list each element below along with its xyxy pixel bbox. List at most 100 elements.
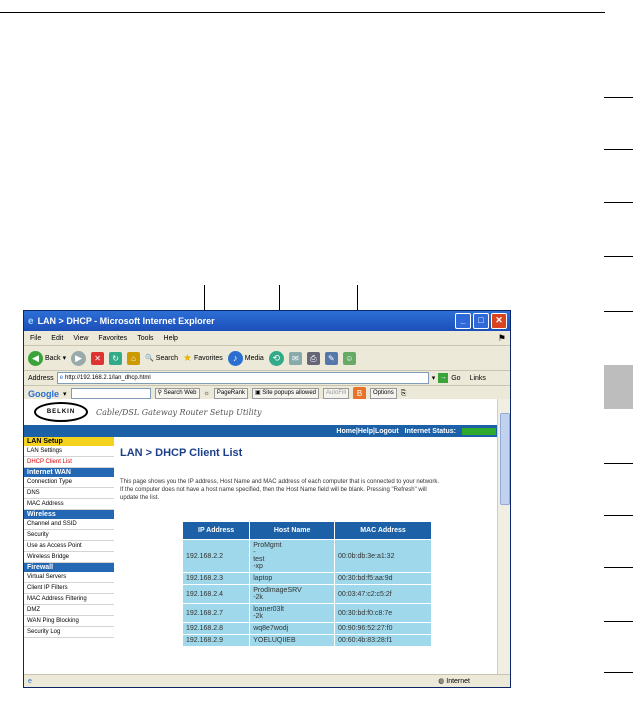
cell-host-name: loaner03lt -2k [249,603,336,623]
sidebar-item[interactable]: Security [24,530,114,541]
print-button[interactable]: ⎙ [306,351,320,365]
home-button[interactable]: ⌂ [127,351,141,365]
cell-ip-address: 192.168.2.4 [181,584,251,604]
history-button[interactable]: ⟲ [268,350,284,366]
sidebar-item[interactable]: Client IP Filters [24,583,114,594]
page-info-icon[interactable]: ☼ [204,390,210,397]
menu-file[interactable]: File [30,335,41,342]
star-icon: ★ [182,352,192,364]
popup-blocker-button[interactable]: ▣ Site popups allowed [251,388,320,399]
menu-help[interactable]: Help [164,335,178,342]
table-row: 192.168.2.7 loaner03lt -2k 00:30:bd:f0:c8:… [181,603,432,623]
sidebar-item[interactable]: Virtual Servers [24,572,114,583]
table-row: 192.168.2.2 ProMgmt - test -xp 00:0b:db:3e… [181,539,432,573]
edit-button[interactable]: ✎ [324,351,338,365]
refresh-button[interactable]: ↻ [109,351,123,365]
search-button[interactable]: 🔍 Search [145,354,178,363]
column-header-host: Host Name [249,521,336,540]
window-title: LAN > DHCP - Microsoft Internet Explorer [37,316,215,326]
links-button[interactable]: Links [470,375,486,382]
menu-view[interactable]: View [73,335,88,342]
section-tab-active [604,365,633,409]
security-zone: ◍ Internet [438,678,470,685]
cell-ip-address: 192.168.2.9 [181,634,251,647]
belkin-logo: BELKIN [34,402,88,422]
section-marker [604,621,633,622]
sidebar-item[interactable]: Wireless Bridge [24,552,114,563]
cell-mac-address: 00:90:96:52:27:f0 [334,622,432,635]
popup-icon: ▣ [254,390,261,396]
close-button[interactable]: ✕ [491,313,507,329]
media-icon: ♪ [227,350,243,366]
dhcp-client-table: IP Address Host Name MAC Address 192.168… [181,521,432,647]
back-label: Back [45,354,61,362]
paperclip-icon[interactable]: ⎘ [401,390,407,398]
cell-host-name: YOELUQIIEB [249,634,336,647]
menu-tools[interactable]: Tools [137,335,153,342]
menu-favorites[interactable]: Favorites [98,335,127,342]
cell-host-name: ProMgmt - test -xp [249,539,336,573]
sidebar-item[interactable]: Security Log [24,627,114,638]
autofill-button[interactable]: AutoFill [323,388,350,399]
sidebar-section-header: Wireless [24,510,114,519]
address-dropdown-icon[interactable]: ▾ [432,374,436,382]
status-bar: e ◍ Internet [24,674,510,687]
chevron-down-icon[interactable]: ▾ [63,390,67,398]
google-logo[interactable]: Google [28,389,59,399]
stop-button[interactable]: ✕ [91,351,105,365]
address-input[interactable]: e http://192.168.2.1/lan_dhcp.html [56,372,429,384]
globe-icon: ◍ [438,678,445,685]
section-marker [604,672,633,673]
title-bar: e LAN > DHCP - Microsoft Internet Explor… [24,311,510,331]
search-label: Search [155,354,178,362]
windows-flag-icon: ⚑ [497,332,506,343]
top-rule [0,12,605,13]
page-icon: e [59,375,64,381]
go-button[interactable]: Go [451,375,460,382]
cell-mac-address: 00:30:bd:f5:aa:9d [334,572,432,585]
sidebar-item[interactable]: WAN Ping Blocking [24,616,114,627]
vertical-scrollbar[interactable] [497,399,510,676]
messenger-button[interactable]: ☺ [342,351,356,365]
sidebar-item[interactable]: DNS [24,488,114,499]
page-title: LAN > DHCP Client List [120,447,243,459]
router-banner: BELKIN Cable/DSL Gateway Router Setup Ut… [24,399,500,437]
forward-button[interactable]: ▶ [71,350,87,366]
sidebar-section-header: Internet WAN [24,468,114,477]
sidebar-item[interactable]: DMZ [24,605,114,616]
chevron-down-icon: ▾ [62,355,67,362]
options-button[interactable]: Options [370,388,397,399]
google-search-input[interactable] [70,388,151,399]
sidebar-item[interactable]: Use as Access Point [24,541,114,552]
router-nav-links[interactable]: Home|Help|Logout [336,428,398,435]
section-marker [604,567,633,568]
sidebar-item[interactable]: LAN Settings [24,446,114,457]
sidebar-item[interactable]: MAC Address [24,499,114,510]
scrollbar-thumb[interactable] [500,413,510,505]
search-web-button[interactable]: ⚲ Search Web [154,388,200,399]
page-content: BELKIN Cable/DSL Gateway Router Setup Ut… [24,399,500,676]
sidebar-item[interactable]: MAC Address Filtering [24,594,114,605]
cell-ip-address: 192.168.2.7 [181,603,251,623]
favorites-button[interactable]: ★ Favorites [183,353,223,364]
menu-edit[interactable]: Edit [51,335,63,342]
sidebar-item[interactable]: Channel and SSID [24,519,114,530]
minimize-button[interactable]: _ [455,313,471,329]
section-marker [604,97,633,98]
pagerank-indicator[interactable]: PageRank [213,388,248,399]
sidebar-section-header: Firewall [24,563,114,572]
table-row: 192.168.2.9 YOELUQIIEB 00:60:4b:83:28:f1 [181,634,432,647]
standard-toolbar: ◀ Back ▾ ▶ ✕ ↻ ⌂ 🔍 Search ★ Favorites ♪ … [24,346,510,371]
ie-icon: e [28,315,34,327]
sidebar-item[interactable]: Connection Type [24,477,114,488]
sidebar-item[interactable]: DHCP Client List [24,457,114,468]
back-button[interactable]: ◀ Back ▾ [28,350,67,366]
media-button[interactable]: ♪ Media [227,350,264,366]
main-panel: LAN > DHCP Client List This page shows y… [120,447,490,502]
mail-button[interactable]: ✉ [288,351,302,365]
router-sidebar: LAN Setup LAN Settings DHCP Client List Int… [24,437,114,676]
maximize-button[interactable]: □ [473,313,489,329]
cell-mac-address: 00:03:47:c2:c5:2f [334,584,432,604]
menu-bar: File Edit View Favorites Tools Help ⚑ [24,331,510,346]
go-arrow-icon[interactable]: → [438,373,449,383]
